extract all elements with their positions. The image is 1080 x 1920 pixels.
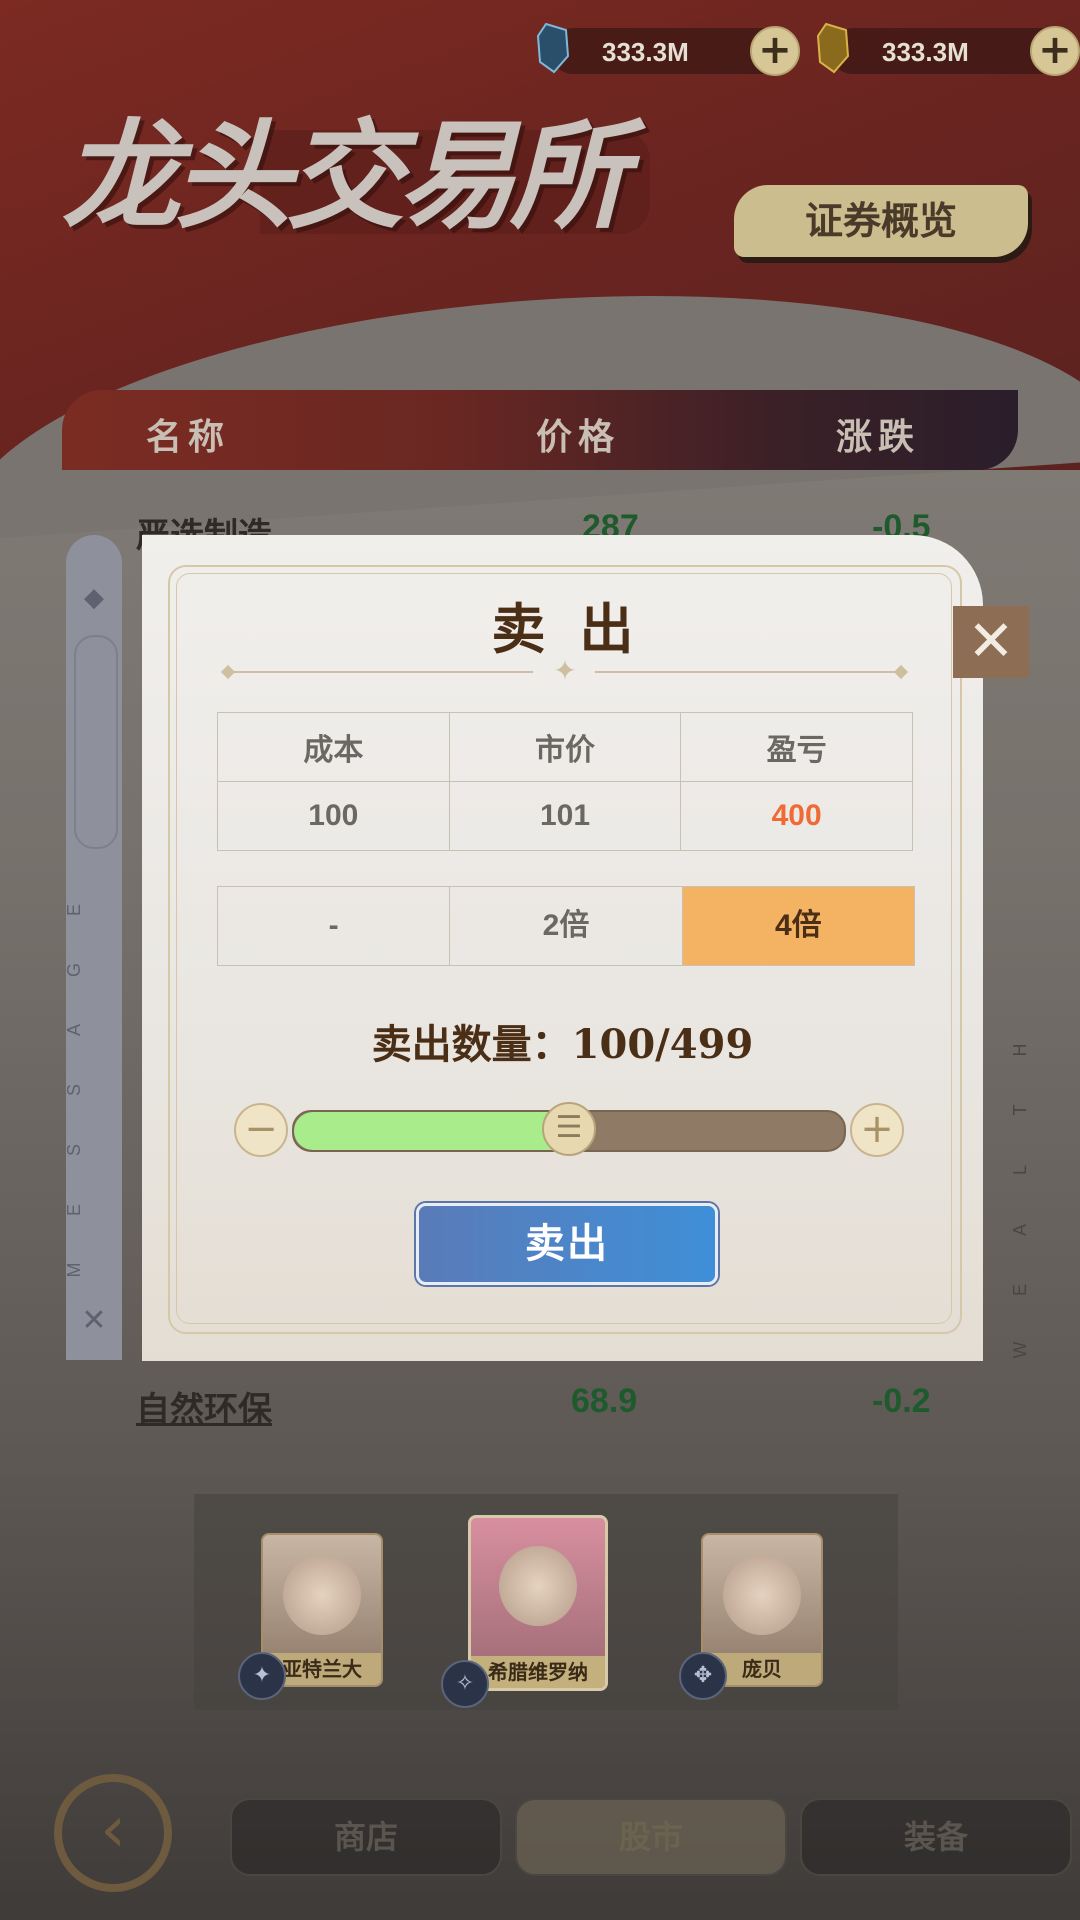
column-price: 价格 <box>536 416 621 458</box>
letter: M <box>64 1262 84 1278</box>
sell-button[interactable]: 卖出 <box>416 1203 718 1285</box>
column-name: 名称 <box>146 416 231 458</box>
multiplier-selector: - 2倍 4倍 <box>217 886 915 966</box>
add-currency-button[interactable]: + <box>1030 26 1080 76</box>
value-market-price: 101 <box>448 781 682 851</box>
character-name: 希腊维罗纳 <box>471 1656 605 1688</box>
currency-blue: 333.3M + <box>536 22 800 76</box>
value-profit-loss: 400 <box>680 781 913 851</box>
currency-amount: 333.3M <box>882 37 969 67</box>
securities-overview-label: 证券概览 <box>804 198 957 243</box>
stock-table-header: 名称 价格 涨跌 <box>62 390 1018 470</box>
class-icon: ✦ <box>238 1652 286 1700</box>
sell-quantity-label: 卖出数量：100/499 <box>371 1021 754 1068</box>
character-card-selected[interactable]: 希腊维罗纳 <box>468 1515 608 1691</box>
letter: A <box>1010 1224 1030 1237</box>
sidebar-close-icon[interactable]: ✕ <box>76 1303 112 1339</box>
nav-equipment-label: 装备 <box>903 1818 968 1856</box>
letter: L <box>1010 1165 1030 1176</box>
position-info-table: 成本 市价 盈亏 100 101 400 <box>217 712 913 851</box>
add-currency-button[interactable]: + <box>750 26 800 76</box>
quantity-slider-fill <box>294 1112 569 1150</box>
increase-quantity-button[interactable]: + <box>850 1103 904 1157</box>
character-portrait <box>283 1555 361 1635</box>
letter: T <box>1010 1104 1030 1116</box>
title-divider-left <box>228 671 533 673</box>
info-header-row: 成本 市价 盈亏 <box>217 712 913 782</box>
header-cost: 成本 <box>217 712 450 782</box>
letter: S <box>64 1144 84 1157</box>
header-profit-loss: 盈亏 <box>680 712 913 782</box>
nav-shop-label: 商店 <box>333 1818 398 1856</box>
column-change: 涨跌 <box>836 416 921 458</box>
letter: S <box>64 1084 84 1097</box>
logo-title: 龙头交易所 <box>62 106 628 245</box>
letter: W <box>1010 1341 1030 1359</box>
back-button[interactable]: ‹ <box>54 1774 172 1892</box>
value-cost: 100 <box>217 781 450 851</box>
dialog-title: 卖出 <box>491 597 668 661</box>
character-portrait <box>499 1546 577 1626</box>
class-icon: ✧ <box>441 1660 489 1708</box>
multiplier-4x[interactable]: 4倍 <box>682 887 914 965</box>
nav-stock-market-label: 股市 <box>618 1818 683 1856</box>
nav-stock-market[interactable]: 股市 <box>515 1798 787 1876</box>
nav-equipment[interactable]: 装备 <box>800 1798 1072 1876</box>
info-value-row: 100 101 400 <box>217 781 913 851</box>
message-sidebar[interactable]: ◆ E G A S S E M ✕ <box>64 535 122 1360</box>
letter: E <box>1010 1284 1030 1297</box>
securities-overview-button[interactable]: 证券概览 <box>734 185 1028 257</box>
title-divider-right <box>595 671 900 673</box>
quantity-slider-thumb[interactable]: ☰ <box>542 1102 596 1156</box>
letter: E <box>64 904 84 917</box>
letter: E <box>64 1204 84 1217</box>
sell-button-label: 卖出 <box>525 1220 609 1267</box>
divider-star-icon: ✦ <box>553 654 577 687</box>
stock-name[interactable]: 自然环保 <box>136 1382 272 1431</box>
blue-crystal-icon <box>536 22 570 74</box>
close-button[interactable]: ✕ <box>953 606 1029 678</box>
multiplier-2x[interactable]: 2倍 <box>450 887 683 965</box>
class-icon: ✥ <box>679 1652 727 1700</box>
message-vertical-label: E G A S S E M <box>64 880 122 1300</box>
letter: A <box>64 1024 84 1037</box>
header-market-price: 市价 <box>448 712 682 782</box>
letter: H <box>1010 1043 1030 1057</box>
wealth-vertical-label: H T L A E W <box>1010 1020 1052 1380</box>
currency-amount: 333.3M <box>602 37 689 67</box>
multiplier-none[interactable]: - <box>218 887 451 965</box>
sidebar-scroll[interactable] <box>74 635 118 849</box>
stock-change: -0.2 <box>872 1382 931 1420</box>
decrease-quantity-button[interactable]: − <box>234 1103 288 1157</box>
stock-price: 68.9 <box>571 1382 638 1420</box>
gold-crystal-icon <box>816 22 850 74</box>
letter: G <box>64 963 84 978</box>
currency-gold: 333.3M + <box>816 22 1080 76</box>
nav-shop[interactable]: 商店 <box>230 1798 502 1876</box>
character-portrait <box>723 1555 801 1635</box>
diamond-icon: ◆ <box>84 583 104 613</box>
